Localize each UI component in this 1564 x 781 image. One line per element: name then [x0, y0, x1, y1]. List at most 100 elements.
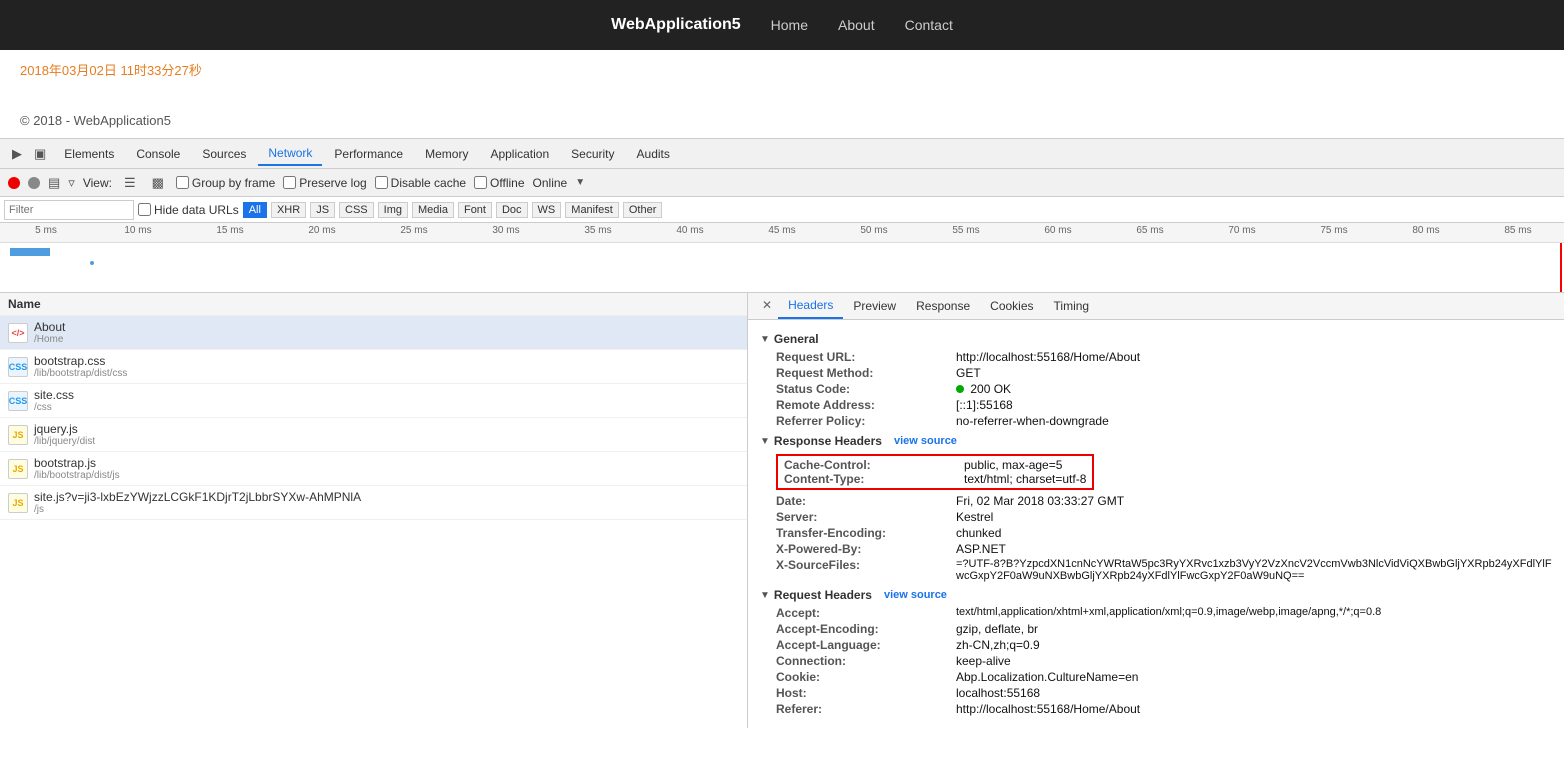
navbar: WebApplication5 Home About Contact	[0, 0, 1564, 50]
tick-40ms: 40 ms	[644, 225, 736, 236]
devtools-panel: ▶ ▣ Elements Console Sources Network Per…	[0, 138, 1564, 728]
hide-data-urls-label[interactable]: Hide data URLs	[138, 203, 239, 217]
filter-type-media[interactable]: Media	[412, 202, 454, 218]
dropdown-arrow-icon[interactable]: ▼	[575, 177, 585, 188]
filter-type-js[interactable]: JS	[310, 202, 335, 218]
request-method-row: Request Method: GET	[776, 366, 1552, 380]
response-view-source-link[interactable]: view source	[894, 435, 957, 447]
record-button[interactable]	[8, 177, 20, 189]
referer-key: Referer:	[776, 702, 956, 716]
detail-tab-response[interactable]: Response	[906, 293, 980, 319]
list-item-bootstrap-css[interactable]: CSS bootstrap.css /lib/bootstrap/dist/cs…	[0, 350, 747, 384]
tab-memory[interactable]: Memory	[415, 143, 478, 165]
accept-encoding-val: gzip, deflate, br	[956, 622, 1038, 636]
page-copyright: © 2018 - WebApplication5	[20, 113, 1544, 128]
tab-security[interactable]: Security	[561, 143, 624, 165]
preserve-log-checkbox[interactable]	[283, 176, 296, 189]
tick-10ms: 10 ms	[92, 225, 184, 236]
group-by-frame-checkbox[interactable]	[176, 176, 189, 189]
accept-language-key: Accept-Language:	[776, 638, 956, 652]
server-row: Server: Kestrel	[776, 510, 1552, 524]
detail-tab-cookies[interactable]: Cookies	[980, 293, 1043, 319]
group-by-frame-label[interactable]: Group by frame	[176, 176, 275, 190]
file-info-about: About /Home	[34, 320, 65, 345]
file-path-about: /Home	[34, 334, 65, 345]
filter-type-doc[interactable]: Doc	[496, 202, 528, 218]
navbar-link-contact[interactable]: Contact	[905, 17, 953, 33]
tab-application[interactable]: Application	[480, 143, 559, 165]
tick-5ms: 5 ms	[0, 225, 92, 236]
cache-control-row: Cache-Control: public, max-age=5	[784, 458, 1086, 472]
list-view-btn[interactable]: ☰	[120, 173, 140, 193]
filter-icon[interactable]: ▿	[68, 175, 75, 191]
cache-control-val: public, max-age=5	[964, 458, 1062, 472]
camera-icon[interactable]: ▤	[48, 175, 60, 191]
tick-45ms: 45 ms	[736, 225, 828, 236]
navbar-link-about[interactable]: About	[838, 17, 875, 33]
close-detail-btn[interactable]: ✕	[756, 293, 778, 319]
file-name-site-css: site.css	[34, 388, 74, 402]
tick-70ms: 70 ms	[1196, 225, 1288, 236]
navbar-brand[interactable]: WebApplication5	[611, 16, 741, 34]
x-powered-by-key: X-Powered-By:	[776, 542, 956, 556]
disable-cache-checkbox[interactable]	[375, 176, 388, 189]
tab-audits[interactable]: Audits	[627, 143, 680, 165]
cache-control-highlight: Cache-Control: public, max-age=5 Content…	[776, 454, 1094, 490]
stop-button[interactable]	[28, 177, 40, 189]
host-val: localhost:55168	[956, 686, 1040, 700]
waterfall-view-btn[interactable]: ▩	[148, 173, 168, 193]
detail-tabs: ✕ Headers Preview Response Cookies Timin…	[748, 293, 1564, 320]
request-method-key: Request Method:	[776, 366, 956, 380]
filter-type-all[interactable]: All	[243, 202, 267, 218]
request-headers-section-title: ▼ Request Headers view source	[760, 588, 1552, 602]
request-view-source-link[interactable]: view source	[884, 589, 947, 601]
tab-console[interactable]: Console	[126, 143, 190, 165]
filter-input[interactable]	[4, 200, 134, 220]
timeline-red-line	[1560, 243, 1562, 293]
devtools-device-btn[interactable]: ▣	[30, 144, 50, 164]
offline-checkbox[interactable]	[474, 176, 487, 189]
accept-encoding-row: Accept-Encoding: gzip, deflate, br	[776, 622, 1552, 636]
timeline-bar-1	[10, 248, 50, 256]
referer-row: Referer: http://localhost:55168/Home/Abo…	[776, 702, 1552, 716]
file-icon-jquery: JS	[8, 425, 28, 445]
filter-type-ws[interactable]: WS	[532, 202, 562, 218]
filter-type-font[interactable]: Font	[458, 202, 492, 218]
filter-type-other[interactable]: Other	[623, 202, 663, 218]
filter-type-xhr[interactable]: XHR	[271, 202, 306, 218]
filelist-header: Name	[0, 293, 747, 316]
detail-tab-headers[interactable]: Headers	[778, 293, 843, 319]
response-headers-section-title: ▼ Response Headers view source	[760, 434, 1552, 448]
timeline: 5 ms 10 ms 15 ms 20 ms 25 ms 30 ms 35 ms…	[0, 223, 1564, 293]
response-triangle-icon: ▼	[760, 436, 770, 447]
filter-type-manifest[interactable]: Manifest	[565, 202, 619, 218]
date-key: Date:	[776, 494, 956, 508]
list-item-bootstrap-js[interactable]: JS bootstrap.js /lib/bootstrap/dist/js	[0, 452, 747, 486]
content-type-val: text/html; charset=utf-8	[964, 472, 1086, 486]
disable-cache-label[interactable]: Disable cache	[375, 176, 466, 190]
hide-data-urls-checkbox[interactable]	[138, 203, 151, 216]
remote-address-val: [::1]:55168	[956, 398, 1013, 412]
transfer-encoding-key: Transfer-Encoding:	[776, 526, 956, 540]
navbar-link-home[interactable]: Home	[771, 17, 808, 33]
tab-performance[interactable]: Performance	[324, 143, 413, 165]
filter-type-img[interactable]: Img	[378, 202, 408, 218]
detail-tab-preview[interactable]: Preview	[843, 293, 906, 319]
offline-label[interactable]: Offline	[474, 176, 524, 190]
file-path-bootstrap-js: /lib/bootstrap/dist/js	[34, 470, 120, 481]
list-item-about[interactable]: </> About /Home	[0, 316, 747, 350]
list-item-jquery[interactable]: JS jquery.js /lib/jquery/dist	[0, 418, 747, 452]
tick-65ms: 65 ms	[1104, 225, 1196, 236]
preserve-log-label[interactable]: Preserve log	[283, 176, 366, 190]
detail-tab-timing[interactable]: Timing	[1044, 293, 1100, 319]
tab-network[interactable]: Network	[258, 142, 322, 166]
list-item-site-js[interactable]: JS site.js?v=ji3-lxbEzYWjzzLCGkF1KDjrT2j…	[0, 486, 747, 520]
file-path-site-js: /js	[34, 504, 361, 515]
tick-50ms: 50 ms	[828, 225, 920, 236]
tab-elements[interactable]: Elements	[54, 143, 124, 165]
x-source-files-key: X-SourceFiles:	[776, 558, 956, 582]
filter-type-css[interactable]: CSS	[339, 202, 374, 218]
list-item-site-css[interactable]: CSS site.css /css	[0, 384, 747, 418]
tab-sources[interactable]: Sources	[192, 143, 256, 165]
devtools-inspect-btn[interactable]: ▶	[8, 144, 26, 164]
